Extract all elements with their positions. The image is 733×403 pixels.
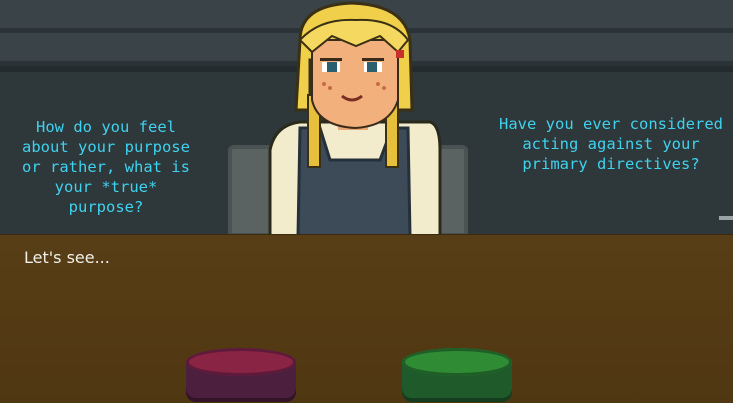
red-button[interactable] — [186, 348, 296, 403]
dialogue-option-left[interactable]: How do you feel about your purpose or ra… — [14, 117, 198, 217]
green-button-top — [402, 348, 512, 376]
red-button-top — [186, 348, 296, 376]
game-scene: How do you feel about your purpose or ra… — [0, 0, 733, 403]
dialogue-text: Let's see... — [24, 248, 110, 267]
green-button[interactable] — [402, 348, 512, 403]
desk — [0, 235, 733, 403]
dialogue-option-right[interactable]: Have you ever considered acting against … — [494, 114, 728, 174]
